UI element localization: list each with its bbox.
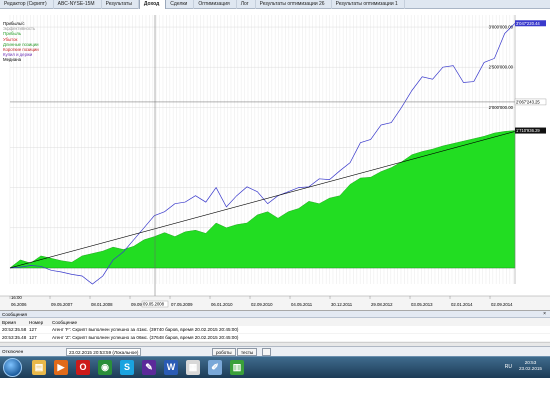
x-tick-label: 08.01.2008	[91, 302, 113, 307]
start-button[interactable]	[3, 358, 22, 377]
x-tick-label: 29.08.2012	[371, 302, 393, 307]
documents-icon[interactable]: ▦	[186, 360, 200, 375]
messages-header: Время Номер Сообщение	[0, 319, 550, 326]
trading-app-icon[interactable]: ▥	[230, 360, 244, 375]
tab-4[interactable]: Сделки	[166, 0, 195, 9]
x-tick-label: 07.05.2009	[171, 302, 193, 307]
clock[interactable]: 20:53 23.02.2015	[519, 360, 542, 372]
x-tick-label: 16:00	[11, 295, 22, 300]
equity-chart[interactable]: 3'000'000.002'500'000.002'000'000.001'50…	[0, 9, 550, 310]
tab-7[interactable]: Результаты оптимизации 26	[256, 0, 332, 9]
media-player-icon[interactable]: ▶	[54, 360, 68, 375]
message-number: 127	[29, 335, 37, 340]
paint-icon[interactable]: ✐	[208, 360, 222, 375]
message-time: 20:53:35.48	[2, 335, 27, 340]
y-tick-label: 2'000'000.00	[489, 105, 514, 110]
chart-canvas[interactable]: 3'000'000.002'500'000.002'000'000.001'50…	[0, 9, 550, 310]
tab-0[interactable]: Редактор (Скрипт)	[0, 0, 54, 9]
status-bar: Отключен 23.02.2015 20:53:59 (Локальное)…	[0, 346, 550, 356]
close-icon[interactable]: ×	[543, 311, 546, 318]
chrome-icon[interactable]: ◉	[98, 360, 112, 375]
tab-5[interactable]: Оптимизация	[194, 0, 237, 9]
explorer-icon[interactable]: ▤	[32, 360, 46, 375]
tab-6[interactable]: Лог	[237, 0, 256, 9]
tab-3[interactable]: Доход	[138, 0, 167, 9]
x-tick-label: 06.01.2010	[211, 302, 233, 307]
tab-2[interactable]: Результаты	[102, 0, 139, 9]
x-tick-label: 02.09.2010	[251, 302, 273, 307]
clock-date: 23.02.2015	[519, 366, 542, 371]
x-tick-label: 06.2006	[11, 302, 27, 307]
tab-1[interactable]: ABC-NYSE-15M	[54, 0, 102, 9]
page-background	[0, 378, 550, 411]
x-tick-label: 02.09.2014	[491, 302, 513, 307]
x-tick-label: 02.01.2014	[451, 302, 473, 307]
connection-status: Отключен	[2, 349, 24, 354]
col-time-header[interactable]: Время	[2, 319, 16, 326]
message-row[interactable]: 20:52:35.58 127 Агент 'F': Скрипт выполн…	[0, 326, 550, 333]
x-tick-label: 03.05.2013	[411, 302, 433, 307]
profit-value-label: 1'710'936.29	[516, 128, 540, 133]
message-row[interactable]: 20:53:35.48 127 Агент 'Z': Скрипт выполн…	[0, 334, 550, 341]
tab-8[interactable]: Результаты оптимизации 1	[332, 0, 405, 9]
col-number-header[interactable]: Номер	[29, 319, 43, 326]
word-icon[interactable]: W	[164, 360, 178, 375]
windows-taskbar: ▤ ▶ O ◉ S ✎ W ▦ ✐ ▥ RU 20:53 23.02.2015	[0, 356, 550, 378]
col-message-header[interactable]: Сообщение	[52, 319, 77, 326]
purple-app-icon[interactable]: ✎	[142, 360, 156, 375]
messages-title-bar: Сообщения ×	[0, 311, 550, 318]
tests-button[interactable]: тесты	[237, 348, 258, 356]
extra-button[interactable]	[262, 348, 271, 356]
messages-title: Сообщения	[2, 312, 27, 317]
crosshair-y-label: 2'067'243.25	[516, 100, 540, 105]
skype-icon[interactable]: S	[120, 360, 134, 375]
x-tick-label: 09.05.2007	[51, 302, 73, 307]
chart-legend: Прибыль/с Эффективность Прибыль Убыток Длинн…	[3, 21, 39, 63]
message-text: Агент 'F': Скрипт выполнен успешно за 41…	[52, 327, 239, 332]
x-tick-label: 30.12.2011	[331, 302, 353, 307]
opera-icon[interactable]: O	[76, 360, 90, 375]
robots-button[interactable]: роботы	[212, 348, 236, 356]
legend-entry[interactable]: Медиана	[3, 57, 39, 62]
buy-hold-value-label: 3'047'220.44	[516, 21, 540, 26]
message-number: 127	[29, 327, 37, 332]
messages-panel: Сообщения × Время Номер Сообщение 20:52:…	[0, 310, 550, 347]
x-tick-label: 04.05.2011	[291, 302, 313, 307]
message-time: 20:52:35.58	[2, 327, 27, 332]
message-text: Агент 'Z': Скрипт выполнен успешно за 06…	[52, 335, 239, 340]
document-tabs: Редактор (Скрипт) ABC-NYSE-15M Результаты Д…	[0, 0, 550, 9]
language-indicator[interactable]: RU	[505, 364, 512, 370]
y-tick-label: 2'500'000.00	[489, 65, 514, 70]
crosshair-x-label: 09.05.2008	[143, 302, 165, 307]
datetime-field: 23.02.2015 20:53:59 (Локальное)	[66, 348, 142, 356]
